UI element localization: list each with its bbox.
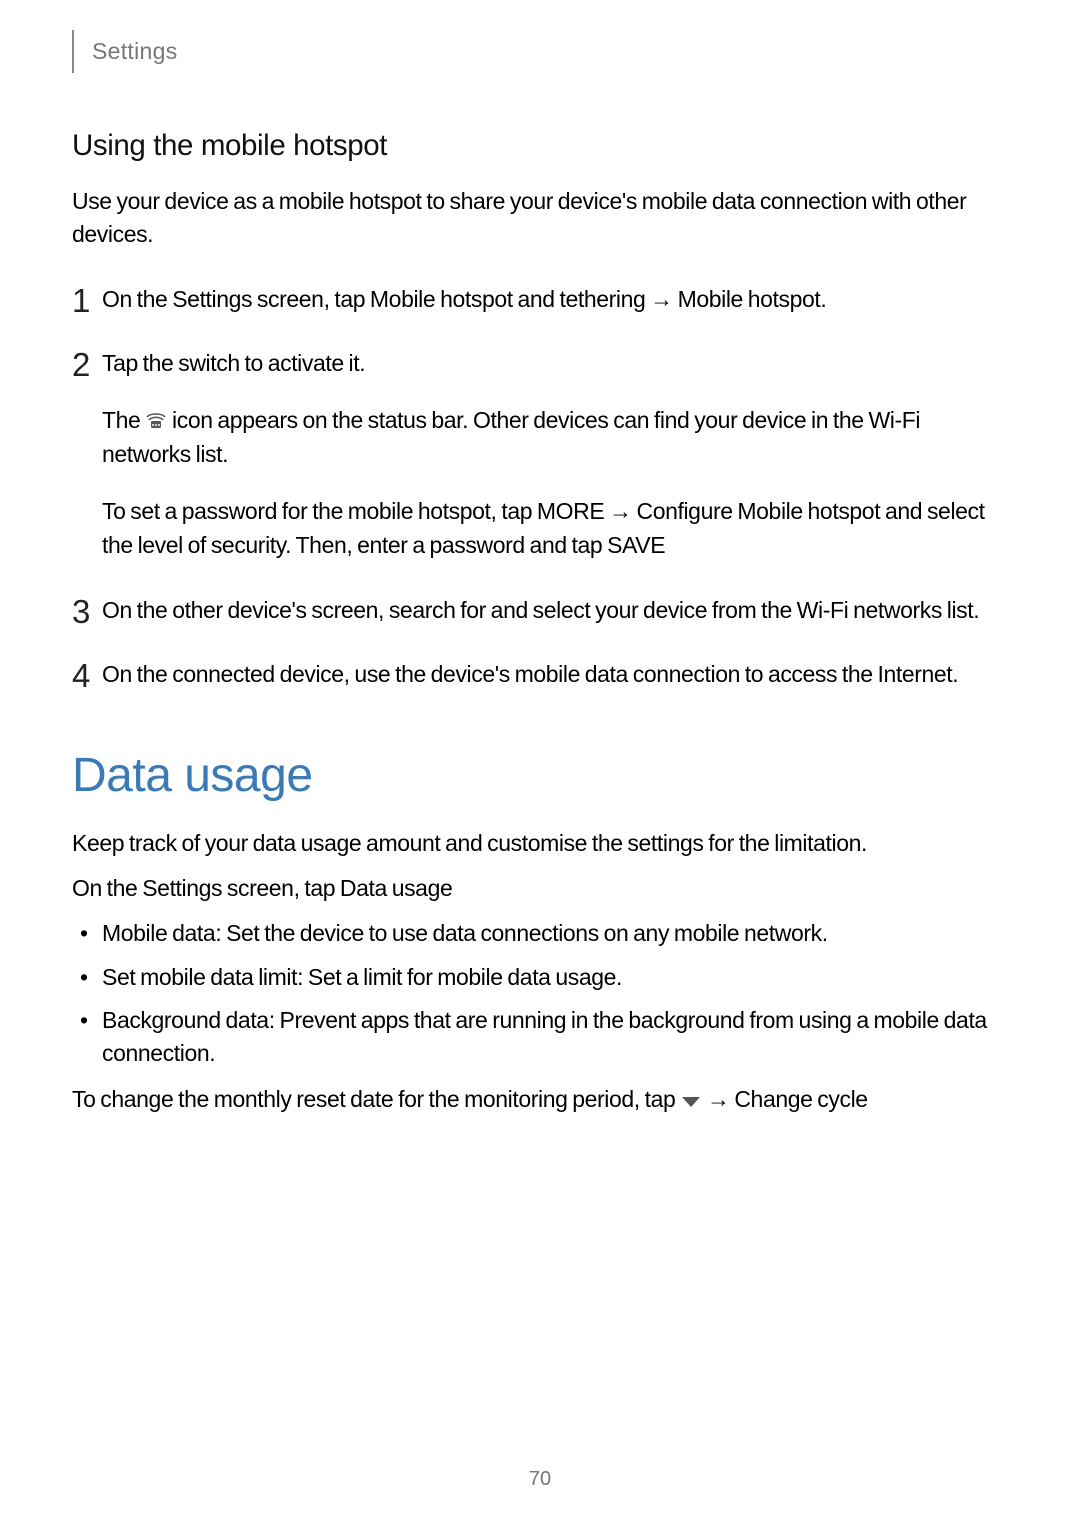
hotspot-subheading: Using the mobile hotspot — [72, 129, 1008, 163]
step-3: On the other device's screen, search for… — [72, 593, 1008, 628]
bullet-mobile-data-rest: : Set the device to use data connections… — [215, 920, 827, 946]
step-4: On the connected device, use the device'… — [72, 657, 1008, 692]
step-1-ui-mobile-hotspot: Mobile hotspot — [678, 286, 821, 312]
step-2-line2-pre: The — [102, 407, 145, 433]
page-number: 70 — [0, 1468, 1080, 1491]
step-1: On the Settings screen, tap Mobile hotsp… — [72, 282, 1008, 317]
data-usage-title: Data usage — [72, 748, 1008, 803]
data-usage-intro1: Keep track of your data usage amount and… — [72, 827, 1008, 860]
step-2-line2-post: icon appears on the status bar. Other de… — [102, 407, 920, 468]
step-2-line2: The icon appears on the status bar. Othe… — [102, 403, 1008, 472]
bullet-background-data-em: Background data — [102, 1007, 269, 1033]
bullet-set-limit: Set mobile data limit: Set a limit for m… — [72, 961, 1008, 994]
step-1-text-post: . — [820, 286, 826, 312]
document-page: Settings Using the mobile hotspot Use yo… — [0, 0, 1080, 1527]
running-header: Settings — [72, 30, 1008, 73]
data-usage-closing: To change the monthly reset date for the… — [72, 1083, 1008, 1116]
step-1-text-pre: On the Settings screen, tap — [102, 286, 370, 312]
step-2-line3-pre: To set a password for the mobile hotspot… — [102, 498, 537, 524]
step-2-line1: Tap the switch to activate it. — [102, 346, 1008, 381]
step-2-line3-arrow: → — [604, 498, 636, 524]
step-2-ui-save: SAVE — [607, 532, 665, 558]
bullet-background-data: Background data: Prevent apps that are r… — [72, 1004, 1008, 1071]
dropdown-icon — [680, 1085, 702, 1099]
closing-arrow: → — [702, 1086, 734, 1112]
bullet-mobile-data-em: Mobile data — [102, 920, 215, 946]
section-label: Settings — [92, 38, 178, 64]
closing-ui-change-cycle: Change cycle — [734, 1086, 867, 1112]
step-2-ui-configure: Configure Mobile hotspot — [636, 498, 880, 524]
hotspot-steps-list: On the Settings screen, tap Mobile hotsp… — [72, 282, 1008, 692]
data-usage-intro2-pre: On the Settings screen, tap — [72, 875, 340, 901]
data-usage-intro2: On the Settings screen, tap Data usage — [72, 872, 1008, 905]
closing-pre: To change the monthly reset date for the… — [72, 1086, 680, 1112]
bullet-set-limit-em: Set mobile data limit — [102, 964, 297, 990]
data-usage-bullet-list: Mobile data: Set the device to use data … — [72, 917, 1008, 1070]
bullet-set-limit-rest: : Set a limit for mobile data usage. — [297, 964, 622, 990]
data-usage-ui-label: Data usage — [340, 875, 452, 901]
step-1-ui-hotspot-tethering: Mobile hotspot and tethering — [370, 286, 645, 312]
step-1-arrow: → — [645, 286, 677, 312]
hotspot-intro: Use your device as a mobile hotspot to s… — [72, 185, 1008, 252]
step-2: Tap the switch to activate it. The icon … — [72, 346, 1008, 563]
bullet-mobile-data: Mobile data: Set the device to use data … — [72, 917, 1008, 950]
step-2-ui-more: MORE — [537, 498, 604, 524]
hotspot-icon — [145, 406, 167, 424]
step-2-line3: To set a password for the mobile hotspot… — [102, 494, 1008, 563]
